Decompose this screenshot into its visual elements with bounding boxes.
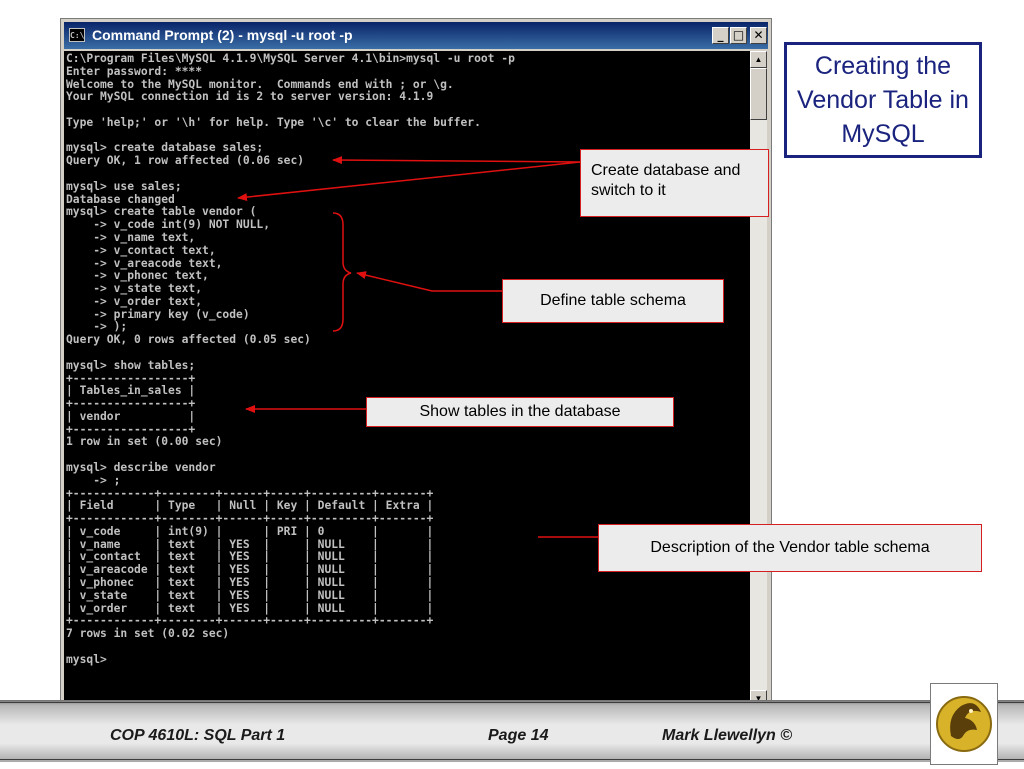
footer-course: COP 4610L: SQL Part 1 — [110, 727, 286, 744]
window-titlebar[interactable]: C:\ Command Prompt (2) - mysql -u root -… — [64, 22, 768, 49]
callout-table-description: Description of the Vendor table schema — [598, 524, 982, 572]
callout-show-tables-text: Show tables in the database — [419, 403, 621, 420]
callout-show-tables: Show tables in the database — [366, 397, 674, 427]
scroll-up-arrow-icon[interactable]: ▲ — [750, 51, 767, 68]
university-logo-icon — [930, 683, 998, 765]
window-title: Command Prompt (2) - mysql -u root -p — [92, 27, 353, 43]
callout-create-database-text: Create database and switch to it — [591, 162, 741, 199]
slide-title: Creating the Vendor Table in MySQL — [784, 42, 982, 158]
scroll-thumb[interactable] — [750, 68, 767, 120]
callout-create-database: Create database and switch to it — [580, 149, 769, 217]
footer-page: Page 14 — [488, 727, 549, 744]
command-prompt-window: C:\ Command Prompt (2) - mysql -u root -… — [60, 18, 772, 710]
console-icon: C:\ — [69, 28, 85, 42]
console-text: C:\Program Files\MySQL 4.1.9\MySQL Serve… — [66, 52, 515, 666]
callout-table-description-text: Description of the Vendor table schema — [650, 539, 930, 556]
slide-title-text: Creating the Vendor Table in MySQL — [797, 52, 969, 148]
footer-author: Mark Llewellyn © — [662, 727, 793, 744]
close-button[interactable]: ✕ — [750, 27, 767, 44]
slide-footer: COP 4610L: SQL Part 1 Page 14 Mark Llewe… — [0, 700, 1024, 762]
maximize-button[interactable]: □ — [730, 27, 747, 44]
callout-define-schema: Define table schema — [502, 279, 724, 323]
callout-define-schema-text: Define table schema — [540, 292, 686, 309]
minimize-button[interactable]: _ — [712, 27, 729, 44]
